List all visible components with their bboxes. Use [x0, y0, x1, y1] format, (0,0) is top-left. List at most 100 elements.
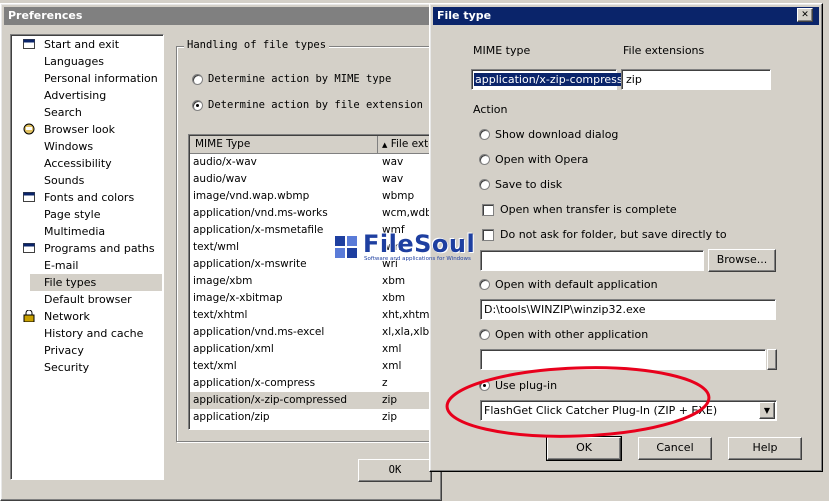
- table-row[interactable]: text/xml xml: [190, 358, 437, 375]
- table-row[interactable]: application/x-zip-compressed zip: [190, 392, 437, 409]
- mime-type-input[interactable]: application/x-zip-compressed: [471, 69, 638, 90]
- sidebar-item[interactable]: Multimedia: [30, 223, 162, 240]
- file-extensions-label: File extensions: [623, 44, 705, 57]
- table-cell-mime: image/xbm: [193, 275, 253, 287]
- sidebar-item[interactable]: Search: [30, 104, 162, 121]
- table-cell-extension: xl,xla,xlb,: [382, 326, 433, 338]
- sidebar-item-label: Accessibility: [44, 157, 112, 170]
- sidebar-item[interactable]: Advertising: [30, 87, 162, 104]
- table-row[interactable]: audio/x-wav wav: [190, 154, 437, 171]
- radio-open-with-opera[interactable]: [479, 154, 490, 165]
- sidebar-item[interactable]: History and cache: [30, 325, 162, 342]
- table-cell-mime: application/x-compress: [193, 377, 316, 389]
- radio-show-download-dialog[interactable]: [479, 129, 490, 140]
- radio-save-to-disk[interactable]: [479, 179, 490, 190]
- sidebar-item-label: Windows: [44, 140, 94, 153]
- watermark-tagline: Software and applications for Windows: [364, 256, 471, 262]
- open-other-application-label: Open with other application: [495, 328, 649, 341]
- preferences-ok-button[interactable]: OK: [358, 459, 432, 482]
- sidebar-item[interactable]: Start and exit: [23, 36, 162, 53]
- chevron-down-icon: ▼: [763, 406, 771, 415]
- other-application-path[interactable]: [480, 349, 766, 370]
- checkbox-open-when-complete[interactable]: [482, 204, 494, 216]
- plugin-select[interactable]: FlashGet Click Catcher Plug-In (ZIP + EX…: [480, 400, 777, 421]
- table-row[interactable]: application/vnd.ms-excel xl,xla,xlb,: [190, 324, 437, 341]
- sidebar-item-label: E-mail: [44, 259, 79, 272]
- sidebar-item[interactable]: Network: [23, 308, 162, 325]
- sidebar-item[interactable]: Privacy: [30, 342, 162, 359]
- sidebar-item[interactable]: Fonts and colors: [23, 189, 162, 206]
- radio-open-other-application[interactable]: [479, 329, 490, 340]
- do-not-ask-folder-label: Do not ask for folder, but save directly…: [500, 228, 727, 241]
- sidebar-item-label: Page style: [44, 208, 101, 221]
- close-button[interactable]: ✕: [797, 8, 813, 22]
- sidebar-item[interactable]: Security: [30, 359, 162, 376]
- table-cell-extension: xbm: [382, 292, 406, 304]
- radio-mime[interactable]: [192, 74, 203, 85]
- table-cell-mime: image/x-xbitmap: [193, 292, 283, 304]
- preferences-title: Preferences: [8, 9, 83, 22]
- sidebar-item[interactable]: Default browser: [30, 291, 162, 308]
- table-row[interactable]: text/xhtml xht,xhtm,: [190, 307, 437, 324]
- sidebar-item[interactable]: Languages: [30, 53, 162, 70]
- plugin-select-value: FlashGet Click Catcher Plug-In (ZIP + EX…: [484, 404, 718, 417]
- file-type-help-button[interactable]: Help: [728, 437, 802, 460]
- sidebar-item[interactable]: Browser look: [23, 121, 162, 138]
- table-cell-extension: wcm,wdb,: [382, 207, 436, 219]
- table-cell-mime: application/vnd.ms-works: [193, 207, 328, 219]
- open-when-complete-label: Open when transfer is complete: [500, 203, 677, 216]
- mime-type-label: MIME type: [473, 44, 531, 57]
- sidebar-item-label: Browser look: [44, 123, 115, 136]
- table-cell-extension: wav: [382, 156, 404, 168]
- sidebar-item-label: Programs and paths: [44, 242, 155, 255]
- file-type-titlebar[interactable]: File type: [433, 7, 819, 25]
- table-row[interactable]: application/x-compress z: [190, 375, 437, 392]
- preferences-titlebar[interactable]: Preferences: [4, 7, 438, 25]
- filesoul-logo-icon: [335, 236, 357, 258]
- radio-open-default-application[interactable]: [479, 279, 490, 290]
- table-cell-extension: zip: [382, 411, 398, 423]
- radio-extension[interactable]: [192, 100, 203, 111]
- sidebar-item[interactable]: E-mail: [30, 257, 162, 274]
- lock-icon: [23, 309, 36, 323]
- table-body: audio/x-wav wav audio/wav wav image/vnd.wap.…: [190, 154, 437, 429]
- save-directory-input[interactable]: [480, 250, 704, 271]
- dropdown-arrow-button[interactable]: ▼: [759, 402, 775, 419]
- table-cell-extension: xml: [382, 360, 402, 372]
- sidebar-item[interactable]: Programs and paths: [23, 240, 162, 257]
- table-row[interactable]: application/zip zip: [190, 409, 437, 426]
- table-row[interactable]: image/xbm xbm: [190, 273, 437, 290]
- browse-button[interactable]: Browse...: [708, 249, 776, 272]
- sidebar-item[interactable]: Sounds: [30, 172, 162, 189]
- sidebar-item[interactable]: Windows: [30, 138, 162, 155]
- table-row[interactable]: image/x-xbitmap xbm: [190, 290, 437, 307]
- table-cell-extension: zip: [382, 394, 398, 406]
- table-row[interactable]: image/vnd.wap.wbmp wbmp: [190, 188, 437, 205]
- sidebar-item[interactable]: Page style: [30, 206, 162, 223]
- show-download-dialog-label: Show download dialog: [495, 128, 619, 141]
- table-cell-extension: xml: [382, 343, 402, 355]
- table-cell-mime: application/x-zip-compressed: [193, 394, 348, 406]
- radio-mime-label: Determine action by MIME type: [208, 73, 392, 85]
- sidebar-item[interactable]: Accessibility: [30, 155, 162, 172]
- table-cell-extension: wbmp: [382, 190, 415, 202]
- sidebar-item[interactable]: File types: [30, 274, 162, 291]
- table-cell-mime: audio/wav: [193, 173, 247, 185]
- radio-use-plugin[interactable]: [479, 380, 490, 391]
- table-cell-mime: image/vnd.wap.wbmp: [193, 190, 310, 202]
- file-type-cancel-button[interactable]: Cancel: [638, 437, 712, 460]
- folder-icon: [23, 191, 36, 203]
- sidebar-item-label: Search: [44, 106, 82, 119]
- default-application-path[interactable]: D:\tools\WINZIP\winzip32.exe: [480, 299, 776, 320]
- folder-icon: [23, 38, 36, 50]
- open-with-opera-label: Open with Opera: [495, 153, 589, 166]
- table-row[interactable]: audio/wav wav: [190, 171, 437, 188]
- other-application-browse-button[interactable]: [767, 349, 777, 370]
- table-row[interactable]: application/xml xml: [190, 341, 437, 358]
- table-cell-extension: wav: [382, 173, 404, 185]
- file-type-ok-button[interactable]: OK: [547, 437, 621, 460]
- sidebar-item[interactable]: Personal information: [30, 70, 162, 87]
- table-row[interactable]: application/vnd.ms-works wcm,wdb,: [190, 205, 437, 222]
- file-extensions-input[interactable]: zip: [621, 69, 771, 90]
- table-header-mime[interactable]: MIME Type: [190, 136, 378, 154]
